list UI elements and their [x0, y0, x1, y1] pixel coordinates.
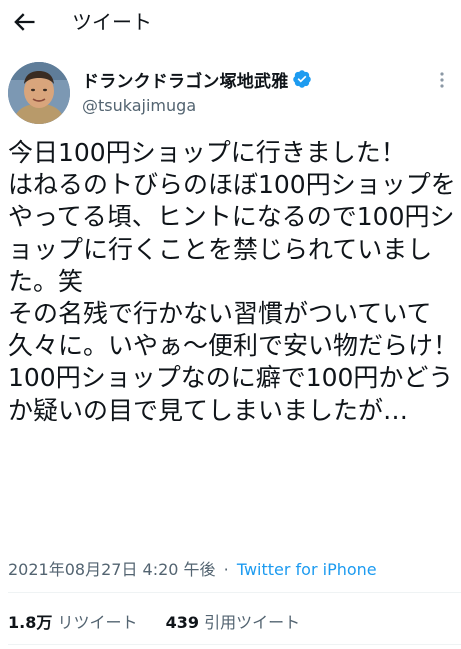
divider [8, 644, 461, 645]
top-bar: ツイート [0, 0, 461, 44]
page-title: ツイート [72, 10, 152, 34]
tweet-stats: 1.8万 リツイート 439 引用ツイート [8, 611, 300, 635]
tweet-meta: 2021年08月27日 4:20 午後 · Twitter for iPhone [8, 558, 377, 582]
tweet-text: 今日100円ショップに行きました！ はねるのトびらのほぼ100円ショップをやって… [8, 138, 459, 425]
quotes-count: 439 [165, 613, 200, 632]
tweet-timestamp[interactable]: 2021年08月27日 4:20 午後 [8, 560, 216, 579]
display-name[interactable]: ドランクドラゴン塚地武雅 [82, 67, 288, 92]
quotes-stat[interactable]: 439 引用ツイート [166, 613, 301, 632]
meta-separator: · [223, 560, 229, 579]
tweet-source-link[interactable]: Twitter for iPhone [237, 560, 377, 579]
author-name-row[interactable]: ドランクドラゴン塚地武雅 [82, 66, 312, 92]
arrow-left-icon[interactable] [10, 8, 38, 36]
more-vertical-icon[interactable] [434, 70, 450, 90]
quotes-label: 引用ツイート [204, 613, 301, 632]
user-handle[interactable]: @tsukajimuga [82, 96, 196, 115]
divider [8, 592, 461, 593]
retweets-stat[interactable]: 1.8万 リツイート [8, 613, 137, 632]
avatar-image [8, 62, 70, 124]
retweets-count: 1.8万 [8, 613, 53, 632]
avatar[interactable] [8, 62, 70, 124]
retweets-label: リツイート [57, 613, 138, 632]
verified-badge-icon [293, 70, 312, 88]
